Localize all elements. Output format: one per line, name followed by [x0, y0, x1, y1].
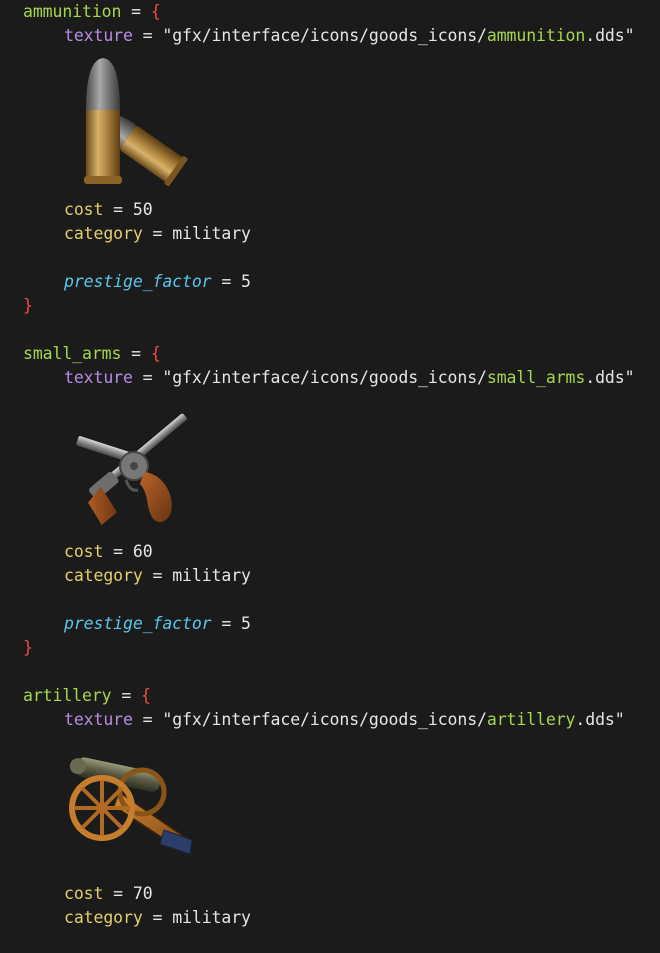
artillery-icon [69, 757, 193, 855]
cost-value: 50 [132, 200, 153, 219]
cost-value: 70 [132, 884, 153, 903]
assign-operator: = [142, 566, 173, 585]
assign-operator: = [132, 710, 163, 729]
cost-value: 60 [132, 542, 153, 561]
texture-key: texture [64, 368, 133, 387]
texture-file-name: ammunition [486, 26, 586, 45]
code-line-texture: texture = "gfx/interface/icons/goods_ico… [64, 366, 635, 390]
code-line-prestige: prestige_factor = 5 [64, 612, 251, 636]
texture-path-prefix: "gfx/interface/icons/goods_icons/ [162, 710, 487, 729]
texture-path-prefix: "gfx/interface/icons/goods_icons/ [162, 368, 487, 387]
code-line-block-open: ammunition = { [23, 0, 161, 24]
assign-operator: = [211, 614, 242, 633]
ammunition-icon [84, 58, 188, 186]
code-line-block-close: } [23, 636, 33, 660]
block-name: ammunition [23, 2, 122, 21]
texture-key: texture [64, 710, 133, 729]
assign-operator: = [142, 908, 173, 927]
category-key: category [64, 908, 143, 927]
code-line-cost: cost = 60 [64, 540, 153, 564]
code-line-texture: texture = "gfx/interface/icons/goods_ico… [64, 24, 635, 48]
texture-path-suffix: .dds" [585, 368, 635, 387]
code-line-cost: cost = 50 [64, 198, 153, 222]
open-brace: { [141, 686, 151, 705]
texture-path-suffix: .dds" [575, 710, 625, 729]
cost-key: cost [64, 542, 104, 561]
category-value: military [172, 566, 251, 585]
prestige-factor-key: prestige_factor [64, 614, 212, 633]
texture-file-name: artillery [486, 710, 576, 729]
small-arms-icon [76, 413, 187, 526]
texture-file-name: small_arms [486, 368, 586, 387]
assign-operator: = [211, 272, 242, 291]
category-key: category [64, 224, 143, 243]
assign-operator: = [121, 344, 151, 363]
assign-operator: = [103, 884, 133, 903]
category-key: category [64, 566, 143, 585]
close-brace: } [23, 296, 33, 315]
category-value: military [172, 908, 251, 927]
texture-path-suffix: .dds" [585, 26, 635, 45]
prestige-factor-value: 5 [241, 272, 251, 291]
assign-operator: = [132, 26, 163, 45]
code-line-prestige: prestige_factor = 5 [64, 270, 251, 294]
assign-operator: = [121, 2, 151, 21]
category-value: military [172, 224, 251, 243]
close-brace: } [23, 638, 33, 657]
texture-key: texture [64, 26, 133, 45]
block-name: small_arms [23, 344, 122, 363]
code-line-category: category = military [64, 564, 251, 588]
block-name: artillery [23, 686, 112, 705]
open-brace: { [150, 344, 161, 363]
assign-operator: = [103, 200, 133, 219]
cost-key: cost [64, 884, 104, 903]
code-line-block-open: small_arms = { [23, 342, 161, 366]
prestige-factor-value: 5 [241, 614, 251, 633]
code-line-category: category = military [64, 222, 251, 246]
assign-operator: = [142, 224, 173, 243]
open-brace: { [150, 2, 161, 21]
code-line-texture: texture = "gfx/interface/icons/goods_ico… [64, 708, 625, 732]
code-line-block-close: } [23, 294, 33, 318]
assign-operator: = [103, 542, 133, 561]
prestige-factor-key: prestige_factor [64, 272, 212, 291]
texture-path-prefix: "gfx/interface/icons/goods_icons/ [162, 26, 487, 45]
code-line-category: category = military [64, 906, 251, 930]
assign-operator: = [111, 686, 142, 705]
cost-key: cost [64, 200, 104, 219]
code-line-cost: cost = 70 [64, 882, 153, 906]
code-editor[interactable]: ammunition = { texture = "gfx/interface/… [0, 0, 660, 953]
code-line-block-open: artillery = { [23, 684, 151, 708]
assign-operator: = [132, 368, 163, 387]
